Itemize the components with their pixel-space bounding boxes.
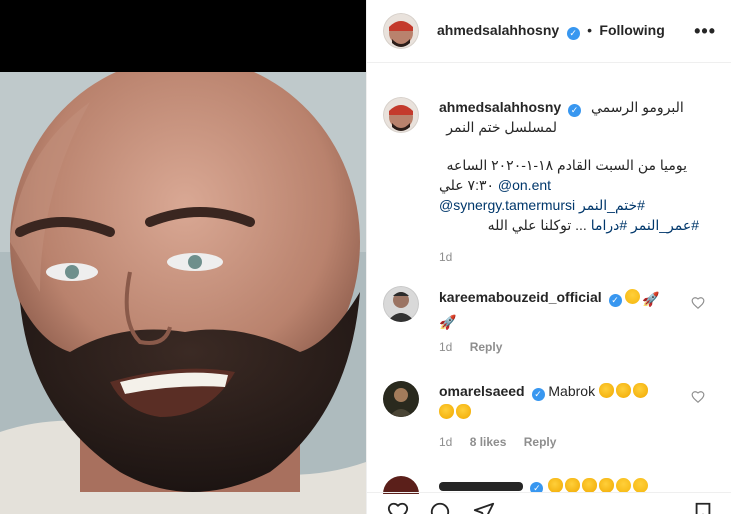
comment-icon[interactable] xyxy=(427,501,453,514)
comment-1-meta: 1d Reply xyxy=(439,340,516,354)
clap-emoji-icon xyxy=(547,478,563,492)
verified-badge-icon: ✓ xyxy=(566,27,580,40)
clap-emoji-icon xyxy=(581,478,597,492)
follow-separator: • xyxy=(587,22,592,38)
verified-badge-icon: ✓ xyxy=(530,482,544,492)
caption-line-4-text: ٧:٣٠ علي xyxy=(439,177,494,193)
comment-1: kareemabouzeid_official ✓ 🚀 🚀 xyxy=(439,287,679,333)
post-header: ahmedsalahhosny ✓ • Following ••• xyxy=(367,0,731,63)
mention-synergy[interactable]: @synergy.tamermursi xyxy=(439,197,575,213)
clap-emoji-icon xyxy=(439,404,454,419)
post-media[interactable] xyxy=(0,0,366,514)
rocket-emoji-icon: 🚀 xyxy=(642,291,660,307)
post-caption: ahmedsalahhosny ✓ البرومو الرسمي لمسلسل … xyxy=(439,97,699,267)
comment-2-username[interactable]: omarelsaeed xyxy=(439,383,525,399)
clap-emoji-icon xyxy=(598,383,614,398)
comment-1-time[interactable]: 1d xyxy=(439,340,452,354)
verified-badge-icon: ✓ xyxy=(531,388,545,401)
post-actions-bar xyxy=(367,492,731,514)
clap-emoji-icon xyxy=(598,478,614,492)
comment-1-username[interactable]: kareemabouzeid_official xyxy=(439,289,602,305)
heart-eyes-emoji-icon xyxy=(625,289,641,304)
commenter-avatar[interactable] xyxy=(383,286,419,322)
post-details-panel: ahmedsalahhosny ✓ • Following ••• ahmeds… xyxy=(366,0,731,514)
heart-eyes-emoji-icon xyxy=(632,478,648,492)
heart-icon[interactable] xyxy=(691,390,705,404)
author-avatar[interactable] xyxy=(383,13,419,49)
video-frame[interactable] xyxy=(0,72,366,514)
save-icon[interactable] xyxy=(691,501,715,514)
commenter-avatar[interactable] xyxy=(383,381,419,417)
caption-timestamp[interactable]: 1d xyxy=(439,247,699,267)
comment-2-time[interactable]: 1d xyxy=(439,435,452,449)
clap-emoji-icon xyxy=(632,383,648,398)
hashtag-omar-elnemr[interactable]: #عمر_النمر xyxy=(631,217,699,233)
comment-2-meta: 1d 8 likes Reply xyxy=(439,435,570,449)
comment-2-text: Mabrok xyxy=(548,383,596,399)
caption-username[interactable]: ahmedsalahhosny xyxy=(439,99,561,115)
comment-2-reply-button[interactable]: Reply xyxy=(524,435,557,449)
clap-emoji-icon xyxy=(615,383,631,398)
author-username[interactable]: ahmedsalahhosny xyxy=(437,22,559,38)
caption-line-6-text: ... توكلنا علي الله xyxy=(487,217,587,233)
more-options-icon[interactable]: ••• xyxy=(694,22,716,40)
caption-line-2: لمسلسل ختم النمر xyxy=(446,119,557,135)
hashtag-khatm-elnemr[interactable]: #ختم_النمر xyxy=(579,197,645,213)
clap-emoji-icon xyxy=(564,478,580,492)
rocket-emoji-icon: 🚀 xyxy=(439,314,457,330)
caption-line-1: البرومو الرسمي xyxy=(590,99,684,115)
like-heart-icon[interactable] xyxy=(385,501,411,514)
verified-badge-icon: ✓ xyxy=(608,294,622,307)
heart-eyes-emoji-icon xyxy=(615,478,631,492)
comment-1-reply-button[interactable]: Reply xyxy=(470,340,503,354)
clap-emoji-icon xyxy=(456,404,471,419)
verified-badge-icon: ✓ xyxy=(568,104,582,117)
mention-on-ent[interactable]: @on.ent xyxy=(498,177,551,193)
share-icon[interactable] xyxy=(471,501,497,514)
comment-3-partial: ✓ xyxy=(439,478,689,492)
comment-2: omarelsaeed ✓ Mabrok xyxy=(439,381,679,423)
following-button[interactable]: Following xyxy=(599,22,664,38)
comment-2-likes[interactable]: 8 likes xyxy=(470,435,507,449)
caption-author-avatar[interactable] xyxy=(383,97,419,133)
promo-video-still xyxy=(0,72,366,514)
heart-icon[interactable] xyxy=(691,296,705,310)
hashtag-drama[interactable]: #دراما xyxy=(591,217,627,233)
caption-line-3: يوميا من السبت القادم ١٨-١-٢٠٢٠ الساعه xyxy=(446,157,687,173)
